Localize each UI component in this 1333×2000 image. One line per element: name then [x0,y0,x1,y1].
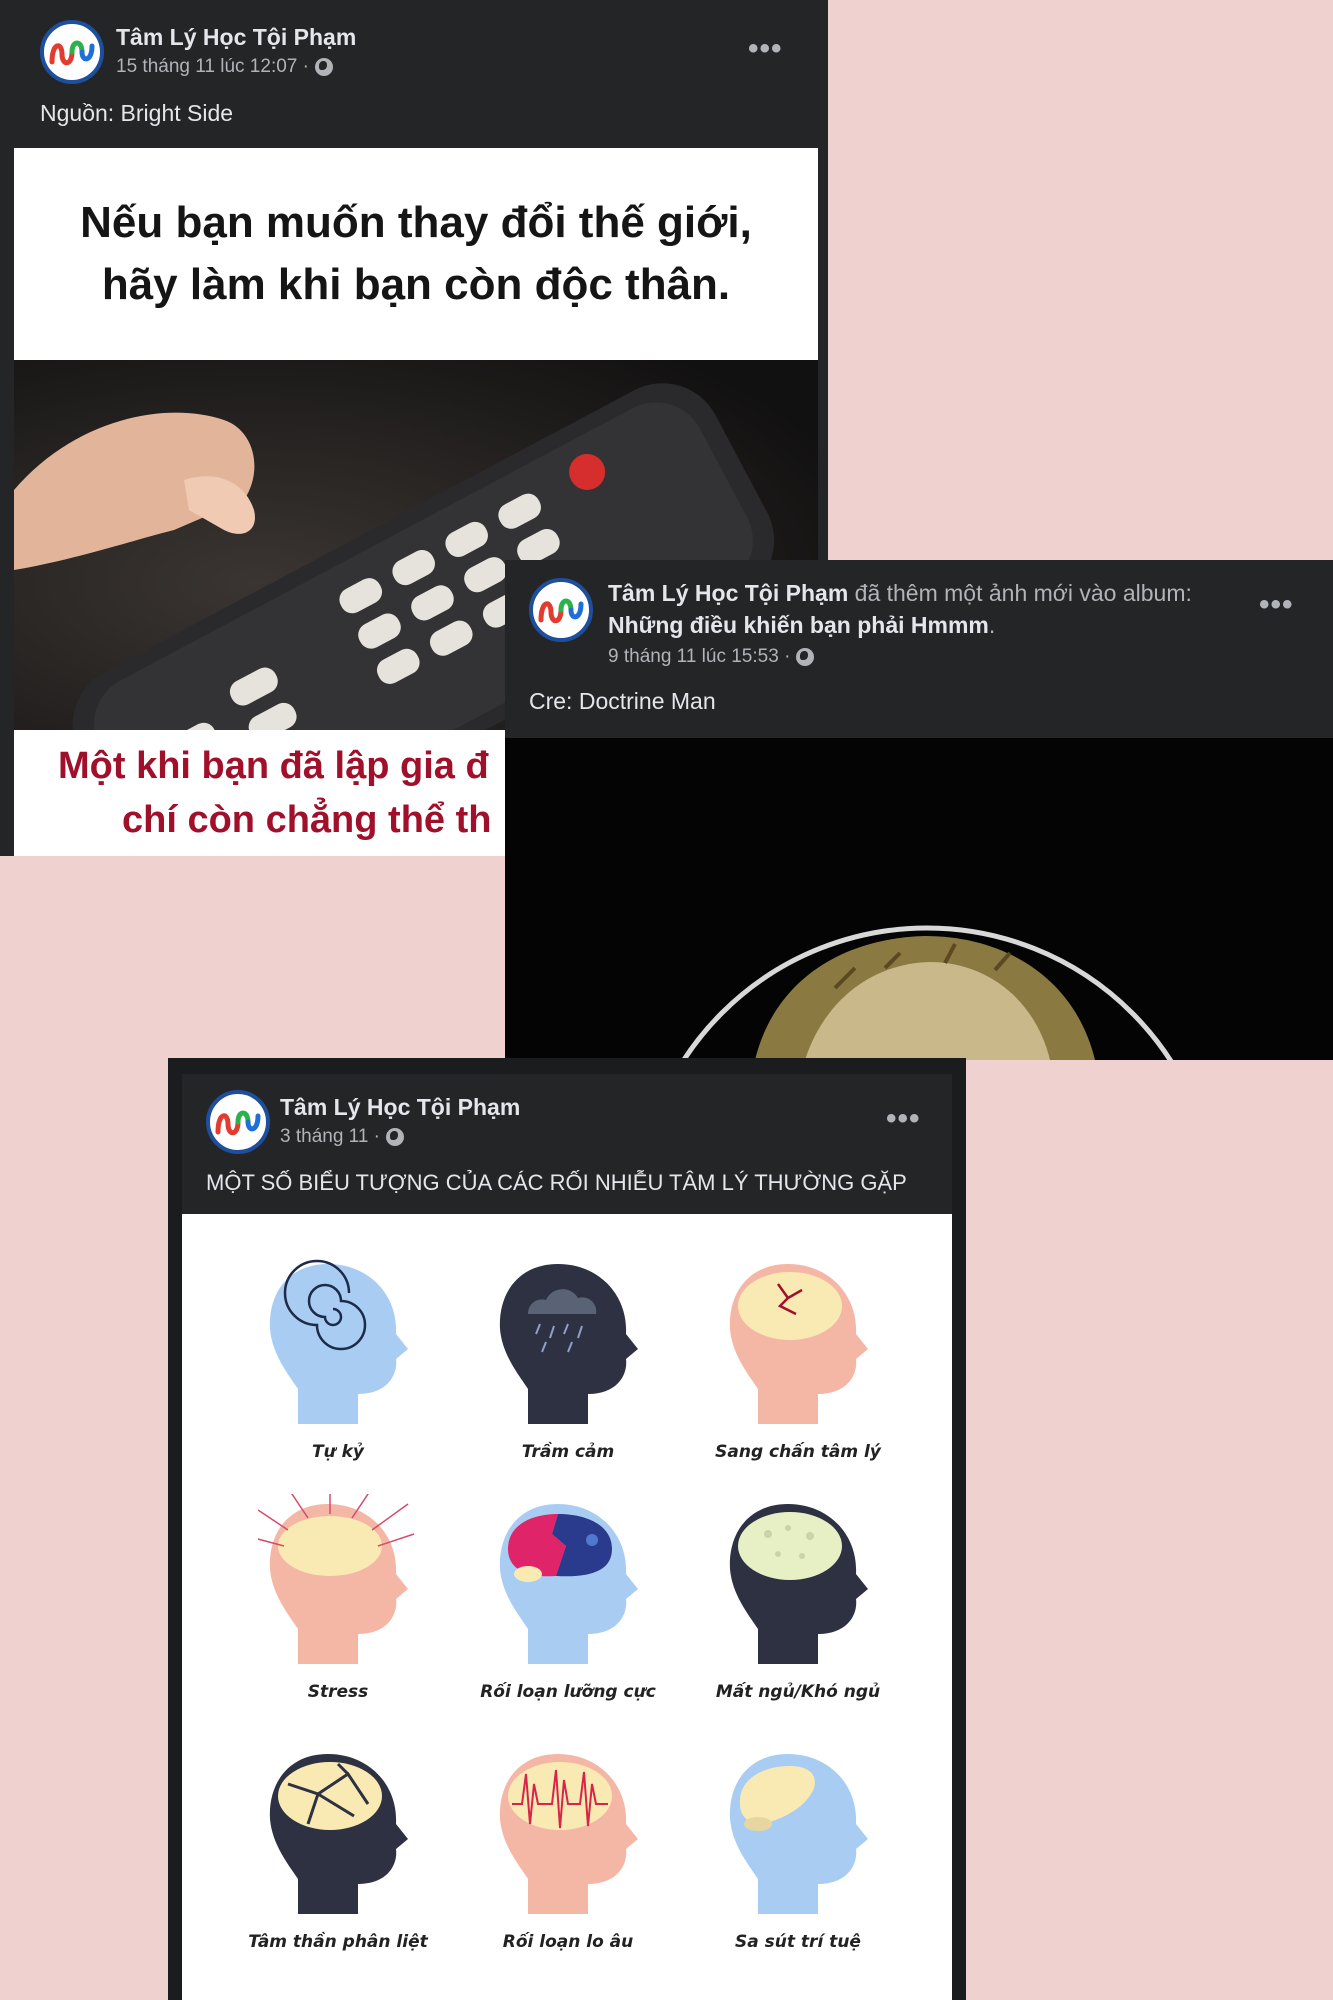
head-label: Sang chấn tâm lý [715,1442,881,1462]
spike-wave-head-icon [499,1754,638,1914]
dotted-brain-head-icon [729,1504,868,1664]
globe-icon [314,58,333,76]
head-cell-dementia: Sa sút trí tuệ [678,1744,918,1974]
post-caption: Nguồn: Bright Side [40,100,234,126]
timestamp-text: 9 tháng 11 lúc 15:53 · [608,646,791,667]
globe-icon [796,648,815,666]
head-cell-insomnia: Mất ngủ/Khó ngủ [678,1494,918,1724]
logo-icon [49,40,95,66]
album-link[interactable]: Những điều khiến bạn phải Hmmm [608,612,989,638]
more-options-icon[interactable]: ••• [886,1104,921,1134]
post-photo[interactable] [505,738,1333,1060]
psychology-icons-grid[interactable]: Tự kỷ Trầm cảm Sang chấn tâm lý Stress R… [182,1214,952,2000]
logo-icon [215,1110,261,1136]
head-label: Rối loạn lưỡng cực [480,1682,656,1702]
post-timestamp[interactable]: 3 tháng 11 · [280,1126,405,1148]
post-header-line-1: Tâm Lý Học Tội Phạm đã thêm một ảnh mới … [608,580,1192,607]
radiating-lines-head-icon [258,1494,415,1664]
head-label: Tâm thần phân liệt [248,1932,428,1952]
head-label: Stress [307,1682,369,1702]
fractured-brain-head-icon [269,1754,408,1914]
author-name[interactable]: Tâm Lý Học Tội Phạm [116,24,356,51]
post-header-line-2: Những điều khiến bạn phải Hmmm. [608,612,995,639]
timestamp-text: 15 tháng 11 lúc 12:07 · [116,56,309,77]
album-suffix: . [988,612,996,638]
head-cell-bipolar: Rối loạn lưỡng cực [448,1494,688,1724]
timestamp-text: 3 tháng 11 · [280,1126,381,1147]
more-options-icon[interactable]: ••• [1259,590,1294,620]
globe-icon [386,1128,405,1146]
post-timestamp[interactable]: 9 tháng 11 lúc 15:53 · [608,646,815,668]
head-cell-autism: Tự kỷ [218,1254,458,1484]
head-cell-schizophrenia: Tâm thần phân liệt [218,1744,458,1974]
page-avatar[interactable] [206,1090,270,1154]
spiral-head-icon [269,1259,408,1424]
head-label: Rối loạn lo âu [502,1932,634,1952]
head-label: Sa sút trí tuệ [735,1932,861,1952]
meme-top-panel: Nếu bạn muốn thay đổi thế giới, hãy làm … [14,148,818,360]
logo-icon [538,598,584,624]
post-card-2: Tâm Lý Học Tội Phạm đã thêm một ảnh mới … [505,560,1333,1060]
split-brain-head-icon [499,1504,638,1664]
page-avatar[interactable] [529,578,593,642]
head-cell-trauma: Sang chấn tâm lý [678,1254,918,1484]
meme-top-line-1: Nếu bạn muốn thay đổi thế giới, [80,198,752,247]
meme-bottom-line-2: chí còn chẳng thể th [122,799,492,841]
head-label: Tự kỷ [311,1442,364,1462]
post-caption: MỘT SỐ BIỂU TƯỢNG CỦA CÁC RỐI NHIỄU TÂM … [206,1170,907,1195]
rain-cloud-head-icon [499,1264,638,1424]
head-cell-depression: Trầm cảm [448,1254,688,1484]
post-caption: Cre: Doctrine Man [529,688,716,714]
meme-top-line-2: hãy làm khi bạn còn độc thân. [101,260,731,309]
head-label: Mất ngủ/Khó ngủ [715,1682,881,1702]
post-action-text: đã thêm một ảnh mới vào album: [854,580,1192,606]
faded-brain-head-icon [729,1754,868,1914]
portrait-illustration [505,738,1333,1060]
cracked-brain-head-icon [729,1264,868,1424]
author-name[interactable]: Tâm Lý Học Tội Phạm [608,580,848,606]
more-options-icon[interactable]: ••• [748,34,783,64]
head-label: Trầm cảm [521,1442,615,1462]
post-card-3: Tâm Lý Học Tội Phạm 3 tháng 11 · ••• MỘT… [182,1074,952,2000]
author-name[interactable]: Tâm Lý Học Tội Phạm [280,1094,520,1121]
post-timestamp[interactable]: 15 tháng 11 lúc 12:07 · [116,56,333,78]
head-cell-stress: Stress [218,1494,458,1724]
page-avatar[interactable] [40,20,104,84]
meme-bottom-line-1: Một khi bạn đã lập gia đ [58,745,489,787]
head-cell-anxiety: Rối loạn lo âu [448,1744,688,1974]
